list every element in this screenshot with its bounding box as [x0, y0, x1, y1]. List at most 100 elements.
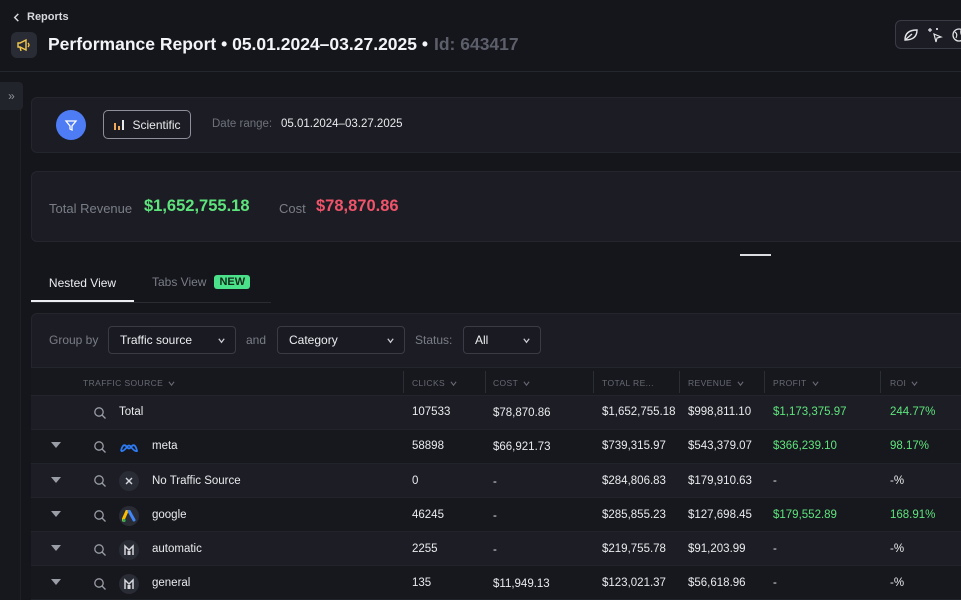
sort-chevron-icon — [523, 380, 530, 386]
row-name: No Traffic Source — [152, 475, 241, 487]
row-name: meta — [152, 440, 178, 452]
double-chevron-right-icon: » — [8, 89, 15, 103]
row-cost: $78,870.86 — [493, 407, 551, 419]
row-clicks: 0 — [412, 475, 419, 487]
column-header-revenue[interactable]: REVENUE — [688, 378, 744, 388]
expand-row-icon[interactable] — [51, 511, 61, 517]
expand-sidebar-button[interactable]: » — [0, 82, 23, 110]
globe-icon[interactable] — [950, 26, 961, 44]
carousel-indicator[interactable] — [740, 254, 771, 256]
row-clicks: 46245 — [412, 509, 444, 521]
second-group-select[interactable]: Category — [277, 326, 405, 354]
column-resizer[interactable] — [403, 371, 404, 393]
column-resizer[interactable] — [880, 371, 881, 393]
row-cost: $66,921.73 — [493, 441, 551, 453]
total-revenue-label: Total Revenue — [49, 201, 133, 216]
row-clicks: 2255 — [412, 543, 438, 555]
row-roi: -% — [890, 577, 905, 589]
column-header-label: ROI — [890, 378, 907, 388]
search-icon[interactable] — [93, 406, 107, 420]
back-to-reports-link[interactable]: Reports — [12, 11, 69, 23]
column-resizer[interactable] — [593, 371, 594, 393]
search-icon[interactable] — [93, 440, 107, 454]
status-value: All — [475, 333, 489, 347]
group-by-select[interactable]: Traffic source — [108, 326, 236, 354]
close-icon — [119, 471, 139, 491]
row-revenue: $998,811.10 — [688, 406, 752, 418]
row-roi: 98.17% — [890, 440, 930, 452]
sidebar-rail — [0, 110, 21, 600]
column-header-profit[interactable]: PROFIT — [773, 378, 819, 388]
page-title: Performance Report • 05.01.2024–03.27.20… — [48, 34, 519, 55]
group-by-value: Traffic source — [120, 333, 193, 347]
chevron-left-icon — [13, 12, 19, 22]
leaf-icon[interactable] — [902, 26, 920, 44]
column-resizer[interactable] — [485, 371, 486, 393]
tab-nested-view[interactable]: Nested View — [31, 265, 134, 302]
row-name: automatic — [152, 543, 202, 555]
expand-row-icon[interactable] — [51, 579, 61, 585]
row-profit: - — [773, 475, 777, 487]
column-resizer[interactable] — [679, 371, 680, 393]
expand-row-icon[interactable] — [51, 477, 61, 483]
row-roi: 168.91% — [890, 509, 936, 521]
toolbar-actions — [895, 20, 961, 49]
expand-row-icon[interactable] — [51, 545, 61, 551]
column-header-clicks[interactable]: CLICKS — [412, 378, 457, 388]
sparkle-cursor-icon[interactable] — [926, 26, 944, 44]
row-total-revenue: $285,855.23 — [602, 509, 666, 521]
row-roi: -% — [890, 543, 905, 555]
row-revenue: $127,698.45 — [688, 509, 752, 521]
second-group-value: Category — [289, 333, 338, 347]
tab-tabs-view-label: Tabs View — [152, 275, 207, 289]
row-profit: $179,552.89 — [773, 509, 837, 521]
column-resizer[interactable] — [764, 371, 765, 393]
column-header-roi[interactable]: ROI — [890, 378, 918, 388]
column-header-label: PROFIT — [773, 378, 807, 388]
search-icon[interactable] — [93, 577, 107, 591]
status-select[interactable]: All — [463, 326, 541, 354]
date-range-label: Date range: — [212, 118, 273, 130]
row-total-revenue: $284,806.83 — [602, 475, 666, 487]
row-cost: - — [493, 476, 497, 488]
scientific-view-button[interactable]: Scientific — [103, 110, 191, 139]
tabs-divider — [31, 302, 271, 303]
date-range-value[interactable]: 05.01.2024–03.27.2025 — [281, 118, 403, 130]
column-header-cost[interactable]: COST — [493, 378, 530, 388]
search-icon[interactable] — [93, 543, 107, 557]
row-revenue: $91,203.99 — [688, 543, 746, 555]
cost-label: Cost — [279, 201, 306, 216]
chevron-down-icon — [387, 337, 394, 343]
row-profit: - — [773, 577, 777, 589]
total-revenue-value: $1,652,755.18 — [144, 197, 250, 215]
tab-tabs-view[interactable]: Tabs View NEW — [152, 275, 251, 289]
google-ads-icon — [119, 506, 139, 526]
tiktok-like-icon — [119, 540, 139, 560]
column-header-traffic-source[interactable]: TRAFFIC SOURCE — [83, 378, 175, 388]
row-clicks: 58898 — [412, 440, 444, 452]
header-divider — [0, 71, 961, 72]
filter-button[interactable] — [56, 110, 86, 140]
bar-chart-icon — [114, 120, 125, 130]
meta-icon — [119, 437, 139, 457]
row-clicks: 107533 — [412, 406, 451, 418]
row-total-revenue: $123,021.37 — [602, 577, 666, 589]
column-header-total-revenue[interactable]: TOTAL RE... — [602, 378, 654, 388]
row-profit: $1,173,375.97 — [773, 406, 847, 418]
and-label: and — [246, 333, 267, 347]
status-label: Status: — [415, 333, 453, 347]
row-cost: - — [493, 544, 497, 556]
row-name: general — [152, 577, 191, 589]
row-cost: $11,949.13 — [493, 578, 550, 590]
report-id: Id: 643417 — [433, 34, 519, 54]
cost-value: $78,870.86 — [316, 197, 399, 215]
row-revenue: $56,618.96 — [688, 577, 746, 589]
search-icon[interactable] — [93, 509, 107, 523]
row-clicks: 135 — [412, 577, 432, 589]
search-icon[interactable] — [93, 474, 107, 488]
scientific-label: Scientific — [132, 117, 181, 132]
sort-chevron-icon — [168, 380, 175, 386]
column-header-label: CLICKS — [412, 378, 446, 388]
sort-chevron-icon — [450, 380, 457, 386]
expand-row-icon[interactable] — [51, 442, 61, 448]
